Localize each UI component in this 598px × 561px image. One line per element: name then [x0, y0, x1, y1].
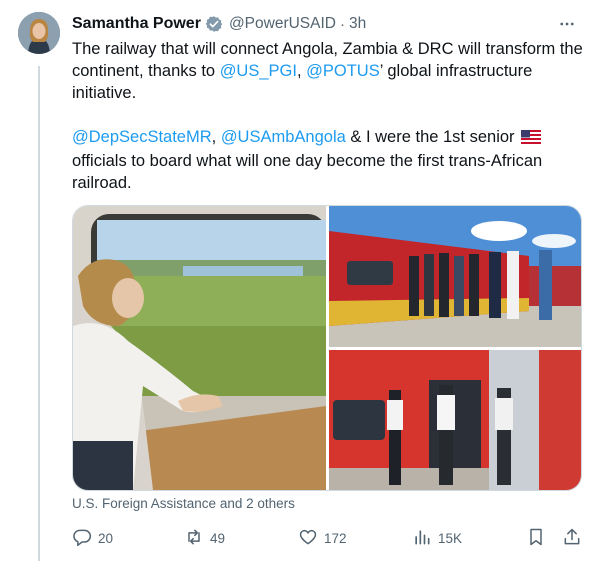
thread-line [38, 66, 40, 561]
bookmark-button[interactable] [526, 526, 546, 550]
share-icon [562, 527, 582, 550]
mention-usambangola[interactable]: @USAmbAngola [221, 128, 346, 146]
mention-potus[interactable]: @POTUS [306, 62, 380, 80]
tweet-paragraph-2: @DepSecStateMR, @USAmbAngola & I were th… [72, 126, 586, 194]
views-count: 15K [438, 530, 463, 546]
text-segment: officials to board what will one day bec… [72, 152, 543, 192]
like-button[interactable]: 172 [298, 526, 347, 550]
author-handle[interactable]: @PowerUSAID [229, 15, 336, 33]
us-flag-icon [520, 128, 542, 150]
text-segment: , [211, 128, 221, 146]
bookmark-icon [526, 527, 546, 550]
post-time[interactable]: 3h [349, 15, 366, 33]
author-name[interactable]: Samantha Power [72, 15, 201, 33]
media-grid [72, 205, 582, 491]
separator-dot: · [339, 15, 345, 33]
verified-badge-icon[interactable] [205, 15, 223, 33]
mention-depsecstatemr[interactable]: @DepSecStateMR [72, 128, 212, 146]
share-button[interactable] [562, 526, 582, 550]
heart-icon [298, 527, 318, 550]
repost-count: 49 [210, 530, 226, 546]
tweet-paragraph-1: The railway that will connect Angola, Za… [72, 38, 586, 104]
photo-train-doors[interactable] [329, 350, 581, 490]
text-segment: & I were the 1st senior [345, 128, 520, 146]
tweet-text: The railway that will connect Angola, Za… [72, 38, 586, 194]
more-dots-icon[interactable] [556, 13, 578, 35]
action-bar: 20 49 172 15K [72, 526, 582, 550]
photo-platform-group[interactable] [329, 206, 581, 347]
like-count: 172 [324, 530, 347, 546]
reply-button[interactable]: 20 [72, 526, 113, 550]
mention-us-pgi[interactable]: @US_PGI [220, 62, 297, 80]
repost-button[interactable]: 49 [184, 526, 225, 550]
reply-icon [72, 527, 92, 550]
reply-count: 20 [98, 530, 114, 546]
views-button[interactable]: 15K [412, 526, 462, 550]
views-bars-icon [412, 527, 432, 550]
tweet-header: Samantha Power @PowerUSAID · 3h [72, 13, 578, 35]
text-segment: , [296, 62, 307, 80]
media-attribution[interactable]: U.S. Foreign Assistance and 2 others [72, 496, 295, 511]
avatar[interactable] [18, 12, 60, 54]
repost-icon [184, 527, 204, 550]
photo-train-window[interactable] [73, 206, 326, 490]
